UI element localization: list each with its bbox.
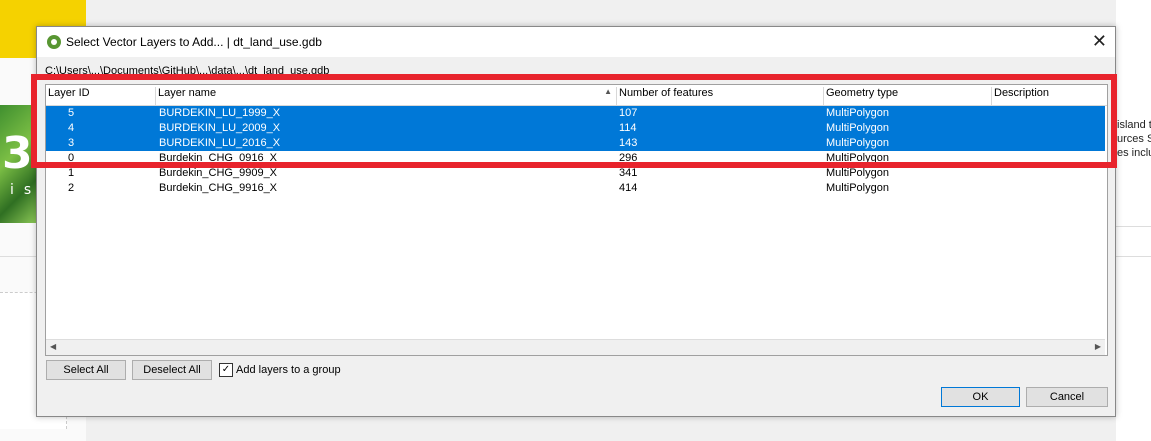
background-right-text: island t urces S es incluc [1117, 119, 1151, 159]
cell-feature-count: 341 [619, 167, 638, 179]
cancel-button[interactable]: Cancel [1026, 387, 1108, 407]
scroll-left-icon[interactable]: ◀ [50, 342, 56, 351]
background-divider [0, 256, 36, 257]
horizontal-scrollbar[interactable]: ◀ ▶ [46, 339, 1105, 355]
scroll-right-icon[interactable]: ▶ [1095, 342, 1101, 351]
highlight-annotation-box [31, 74, 1117, 168]
cell-layer-id: 1 [68, 167, 75, 179]
dialog-titlebar[interactable]: Select Vector Layers to Add... | dt_land… [37, 27, 1115, 57]
table-row[interactable]: 2 Burdekin_CHG_9916_X 414 MultiPolygon [46, 181, 1105, 196]
select-all-button[interactable]: Select All [46, 360, 126, 380]
background-divider [1114, 256, 1151, 257]
cell-geometry-type: MultiPolygon [826, 182, 889, 194]
cell-layer-name: Burdekin_CHG_9916_X [159, 182, 278, 194]
add-to-group-checkbox[interactable]: ✓ [219, 363, 233, 377]
deselect-all-button[interactable]: Deselect All [132, 360, 212, 380]
add-to-group-label: Add layers to a group [236, 364, 341, 376]
background-right-panel [1116, 0, 1151, 441]
cell-feature-count: 414 [619, 182, 638, 194]
table-row[interactable]: 1 Burdekin_CHG_9909_X 341 MultiPolygon [46, 166, 1105, 181]
close-icon[interactable]: ✕ [1092, 31, 1107, 52]
cell-layer-name: Burdekin_CHG_9909_X [159, 167, 278, 179]
cell-geometry-type: MultiPolygon [826, 167, 889, 179]
dialog-title: Select Vector Layers to Add... | dt_land… [66, 35, 322, 49]
qgis-logo-icon [47, 35, 61, 49]
background-divider [1114, 226, 1151, 227]
cell-layer-id: 2 [68, 182, 75, 194]
ok-button[interactable]: OK [941, 387, 1020, 407]
